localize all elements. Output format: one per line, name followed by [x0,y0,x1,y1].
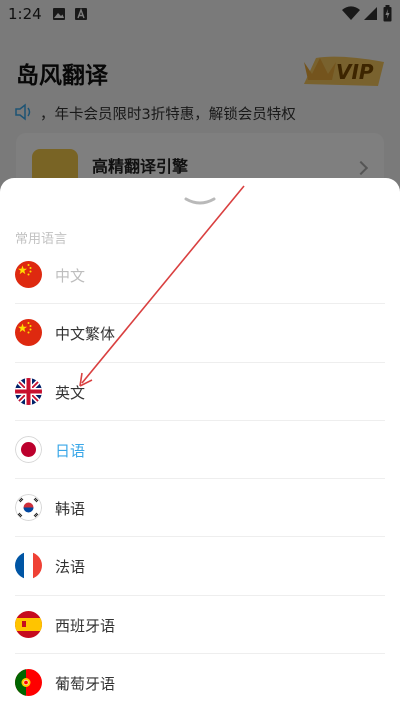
jp-flag-icon [15,435,42,463]
language-item-traditional-chinese[interactable]: 中文繁体 [15,304,385,363]
language-item-japanese[interactable]: 日语 [15,421,385,480]
language-label: 西班牙语 [55,616,116,635]
language-label: 日语 [55,441,86,460]
section-label-common-languages: 常用语言 [15,232,68,247]
fr-flag-icon [15,552,42,580]
language-picker-sheet: 常用语言 中文 中文繁体 英文 日语 韩语 法语 西班牙语 葡萄牙语 [0,178,400,711]
language-label: 韩语 [55,500,86,519]
language-label: 英文 [55,383,86,402]
language-label: 中文繁体 [55,325,116,344]
uk-flag-icon [15,377,42,405]
language-label: 法语 [55,558,86,577]
cn-flag-icon [15,261,42,288]
collapse-handle-icon[interactable] [184,196,216,206]
language-label: 中文 [55,267,86,285]
language-item-chinese[interactable]: 中文 [15,246,385,305]
language-item-english[interactable]: 英文 [15,363,385,421]
language-label: 葡萄牙语 [55,675,116,694]
pt-flag-icon [15,669,42,697]
language-list: 中文 中文繁体 英文 日语 韩语 法语 西班牙语 葡萄牙语 [0,246,400,711]
kr-flag-icon [15,494,42,522]
es-flag-icon [15,610,42,638]
cn-flag-icon [15,319,42,347]
language-item-spanish[interactable]: 西班牙语 [15,596,385,655]
language-item-korean[interactable]: 韩语 [15,479,385,538]
language-item-portuguese[interactable]: 葡萄牙语 [15,654,385,711]
language-item-french[interactable]: 法语 [15,537,385,596]
